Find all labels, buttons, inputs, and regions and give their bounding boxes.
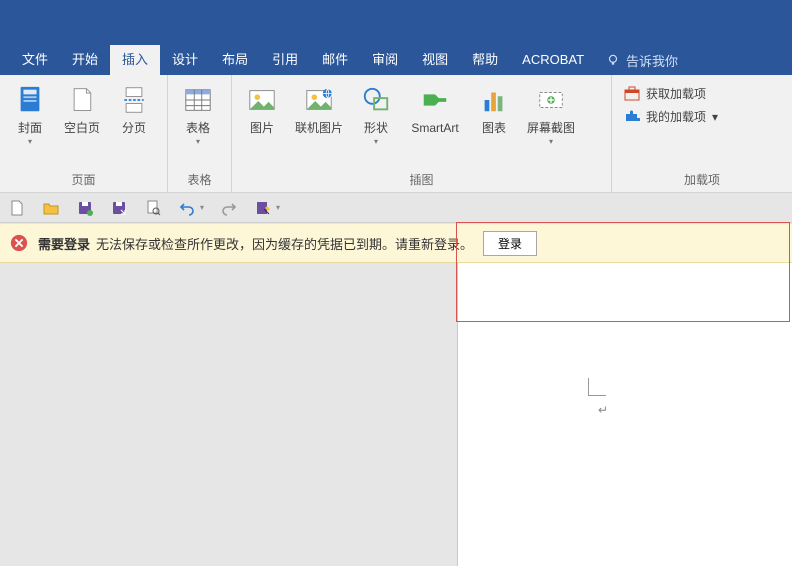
qat-redo-button[interactable] bbox=[220, 199, 238, 217]
blank-page-label: 空白页 bbox=[64, 121, 100, 135]
bulb-icon bbox=[606, 53, 620, 67]
picture-icon bbox=[245, 83, 279, 117]
table-button[interactable]: 表格 ▾ bbox=[174, 79, 222, 146]
smartart-button[interactable]: SmartArt bbox=[404, 79, 466, 135]
picture-label: 图片 bbox=[250, 121, 274, 135]
group-illustrations-label: 插图 bbox=[238, 169, 605, 192]
editor-gutter bbox=[0, 263, 457, 566]
online-picture-icon bbox=[302, 83, 336, 117]
group-pages-label: 页面 bbox=[6, 169, 161, 192]
cover-page-button[interactable]: 封面 ▾ bbox=[6, 79, 54, 146]
page-break-button[interactable]: 分页 bbox=[110, 79, 158, 135]
get-addins-label: 获取加载项 bbox=[646, 85, 706, 102]
screenshot-button[interactable]: 屏幕截图 ▾ bbox=[522, 79, 580, 146]
my-addins-label: 我的加载项 bbox=[646, 108, 706, 125]
tell-me[interactable]: 告诉我你 bbox=[606, 51, 678, 70]
cover-page-label: 封面 bbox=[18, 121, 42, 135]
table-label: 表格 bbox=[186, 121, 210, 135]
group-tables-label: 表格 bbox=[174, 169, 225, 192]
login-button[interactable]: 登录 bbox=[483, 231, 537, 256]
margin-corner-mark bbox=[588, 378, 606, 396]
table-icon bbox=[181, 83, 215, 117]
store-icon bbox=[624, 86, 640, 102]
chevron-down-icon: ▾ bbox=[196, 137, 200, 146]
chart-icon bbox=[477, 83, 511, 117]
tab-references[interactable]: 引用 bbox=[260, 45, 310, 75]
shapes-label: 形状 bbox=[364, 121, 388, 135]
qat-preview-button[interactable] bbox=[144, 199, 162, 217]
qat-draw-button[interactable] bbox=[254, 199, 272, 217]
tab-home[interactable]: 开始 bbox=[60, 45, 110, 75]
ribbon-tabs: 文件 开始 插入 设计 布局 引用 邮件 审阅 视图 帮助 ACROBAT 告诉… bbox=[0, 45, 792, 75]
chevron-down-icon[interactable]: ▾ bbox=[276, 203, 280, 212]
qat-open-button[interactable] bbox=[42, 199, 60, 217]
group-tables: 表格 ▾ 表格 bbox=[168, 75, 232, 192]
chevron-down-icon: ▾ bbox=[549, 137, 553, 146]
paragraph-mark: ↵ bbox=[598, 403, 608, 417]
chevron-down-icon[interactable]: ▾ bbox=[200, 203, 204, 212]
tab-view[interactable]: 视图 bbox=[410, 45, 460, 75]
ribbon: 封面 ▾ 空白页 分页 页面 bbox=[0, 75, 792, 193]
chevron-down-icon: ▾ bbox=[28, 137, 32, 146]
page-break-icon bbox=[117, 83, 151, 117]
tab-acrobat[interactable]: ACROBAT bbox=[510, 45, 596, 75]
screenshot-label: 屏幕截图 bbox=[527, 121, 575, 135]
qat-saveas-button[interactable] bbox=[110, 199, 128, 217]
document-page[interactable]: ↵ bbox=[457, 263, 792, 566]
tab-layout[interactable]: 布局 bbox=[210, 45, 260, 75]
tab-design[interactable]: 设计 bbox=[160, 45, 210, 75]
group-pages: 封面 ▾ 空白页 分页 页面 bbox=[0, 75, 168, 192]
shapes-icon bbox=[359, 83, 393, 117]
tab-file[interactable]: 文件 bbox=[10, 45, 60, 75]
group-illustrations: 图片 联机图片 形状 ▾ bbox=[232, 75, 612, 192]
screenshot-icon bbox=[534, 83, 568, 117]
picture-button[interactable]: 图片 bbox=[238, 79, 286, 135]
qat-save-button[interactable] bbox=[76, 199, 94, 217]
page-break-label: 分页 bbox=[122, 121, 146, 135]
smartart-icon bbox=[418, 83, 452, 117]
message-body: 无法保存或检查所作更改，因为缓存的凭据已到期。请重新登录。 bbox=[96, 234, 473, 253]
document-area: ↵ bbox=[0, 263, 792, 566]
tab-insert[interactable]: 插入 bbox=[110, 45, 160, 75]
qat-new-button[interactable] bbox=[8, 199, 26, 217]
chevron-down-icon: ▾ bbox=[374, 137, 378, 146]
tab-mailings[interactable]: 邮件 bbox=[310, 45, 360, 75]
message-bar: 需要登录 无法保存或检查所作更改，因为缓存的凭据已到期。请重新登录。 登录 bbox=[0, 223, 792, 263]
smartart-label: SmartArt bbox=[411, 121, 458, 135]
message-title: 需要登录 bbox=[38, 234, 90, 253]
get-addins-button[interactable]: 获取加载项 bbox=[624, 85, 718, 102]
quick-access-toolbar: ▾ ▾ bbox=[0, 193, 792, 223]
title-bar bbox=[0, 0, 792, 45]
qat-undo-button[interactable] bbox=[178, 199, 196, 217]
my-addins-button[interactable]: 我的加载项 ▾ bbox=[624, 108, 718, 125]
chart-label: 图表 bbox=[482, 121, 506, 135]
tab-review[interactable]: 审阅 bbox=[360, 45, 410, 75]
online-picture-label: 联机图片 bbox=[295, 121, 343, 135]
chart-button[interactable]: 图表 bbox=[470, 79, 518, 135]
tab-help[interactable]: 帮助 bbox=[460, 45, 510, 75]
chevron-down-icon: ▾ bbox=[712, 110, 718, 124]
puzzle-icon bbox=[624, 109, 640, 125]
tell-me-label: 告诉我你 bbox=[626, 51, 678, 70]
blank-page-icon bbox=[65, 83, 99, 117]
cover-page-icon bbox=[13, 83, 47, 117]
group-addins: 获取加载项 我的加载项 ▾ 加载项 bbox=[612, 75, 792, 192]
error-icon bbox=[10, 234, 28, 252]
blank-page-button[interactable]: 空白页 bbox=[58, 79, 106, 135]
group-addins-label: 加载项 bbox=[618, 169, 786, 192]
online-picture-button[interactable]: 联机图片 bbox=[290, 79, 348, 135]
shapes-button[interactable]: 形状 ▾ bbox=[352, 79, 400, 146]
